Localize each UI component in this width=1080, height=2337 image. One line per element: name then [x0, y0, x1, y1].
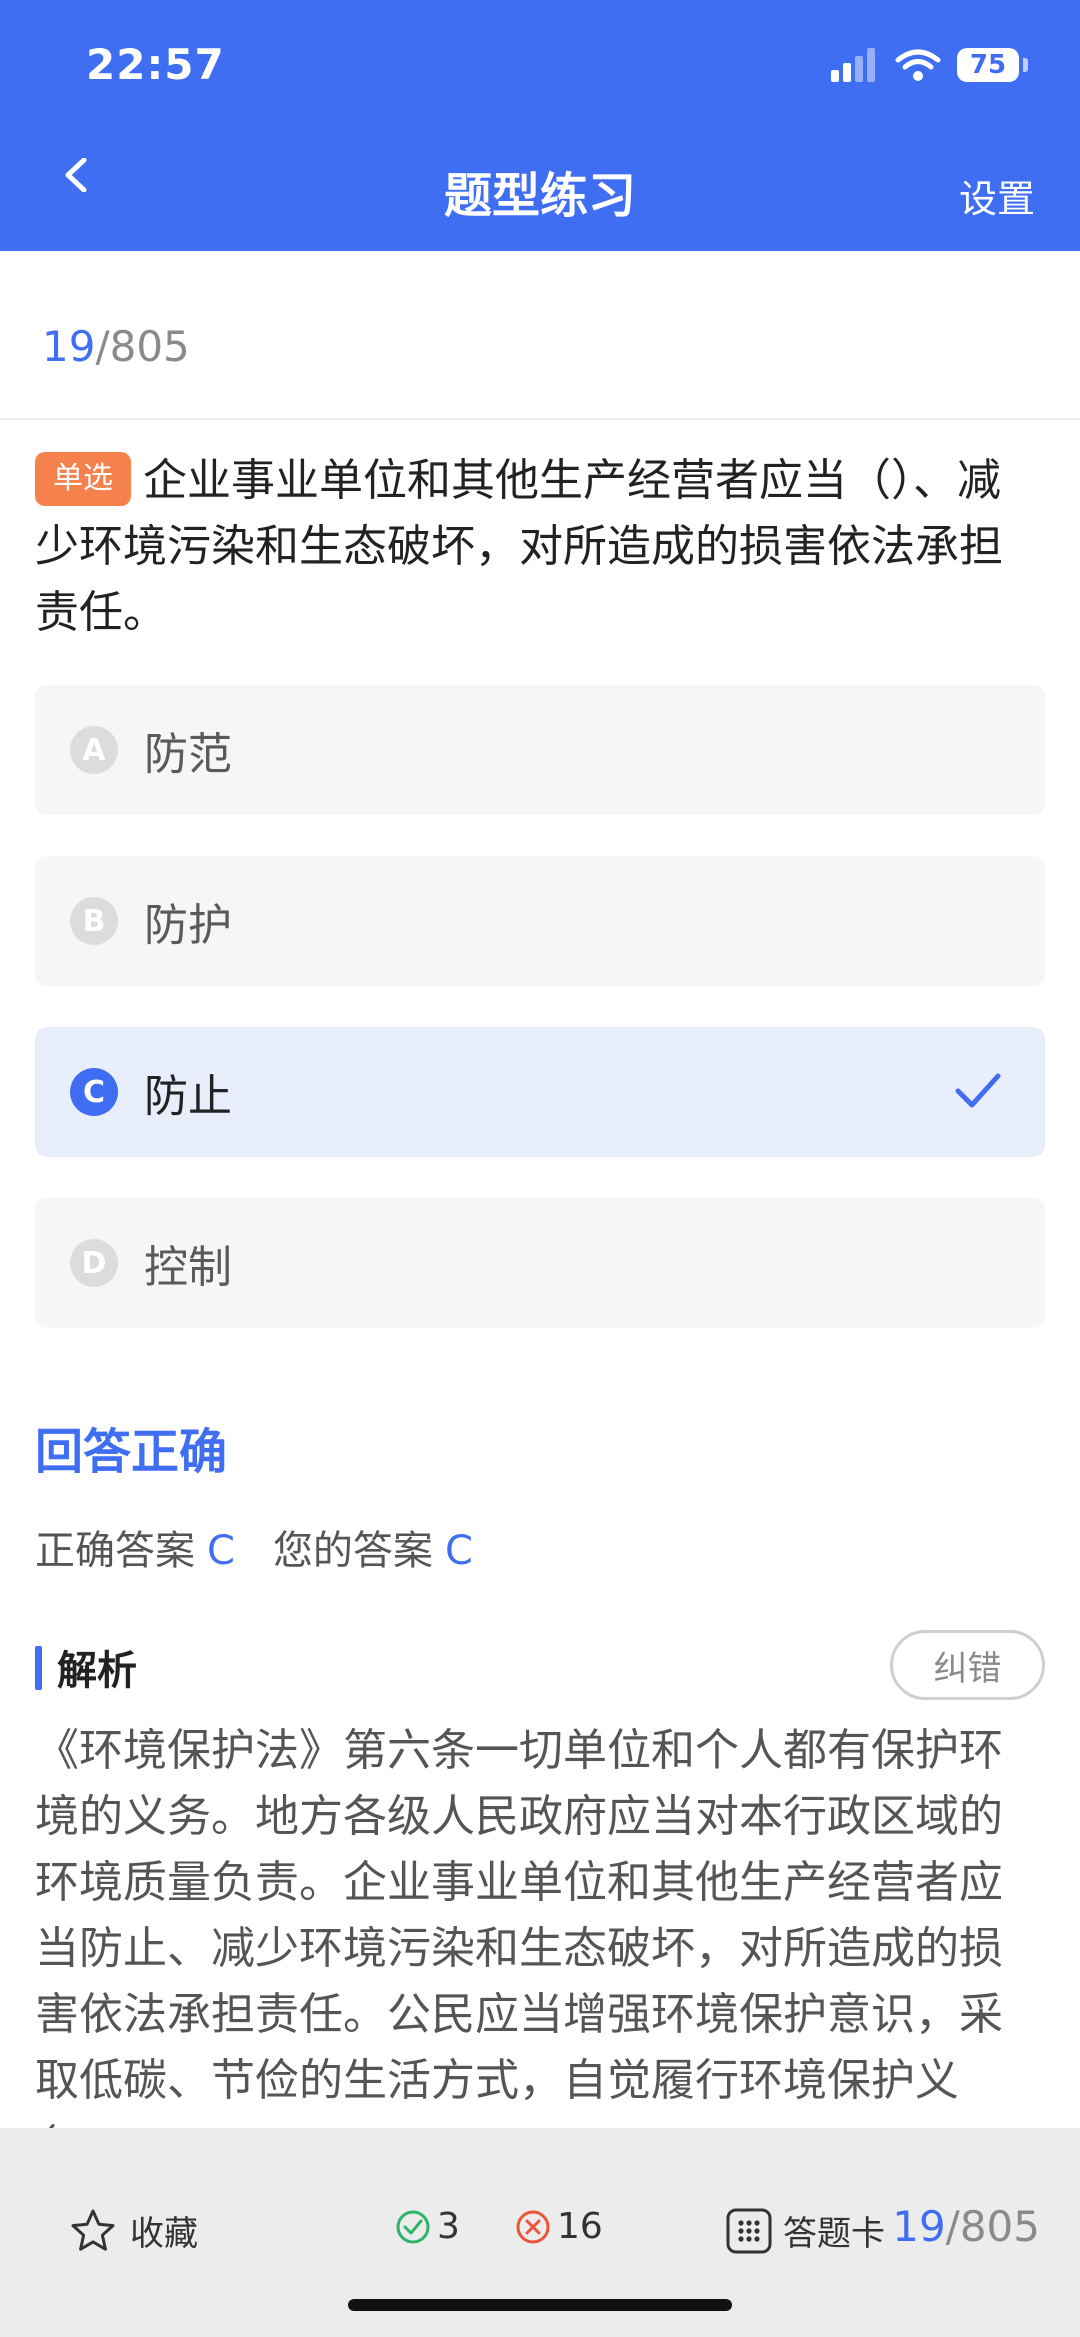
your-answer-value: C [444, 1528, 473, 1574]
option-letter-badge: B [70, 897, 118, 945]
progress-total: /805 [95, 322, 190, 371]
top-header: 22:57 75 题型练习 设置 [0, 0, 1080, 251]
question-type-badge: 单选 [35, 452, 131, 506]
option-text: 防范 [144, 729, 232, 780]
status-icons: 75 [831, 48, 1028, 82]
correct-count[interactable]: 3 [395, 2206, 460, 2247]
battery-tip [1023, 58, 1028, 72]
grid-icon [726, 2208, 772, 2253]
favorite-label: 收藏 [130, 2214, 198, 2254]
analysis-title: 解析 [57, 1648, 137, 1694]
your-answer-label: 您的答案 [272, 1528, 433, 1574]
progress-current: 19 [42, 322, 96, 371]
option-letter-badge: D [70, 1239, 118, 1287]
report-error-button[interactable]: 纠错 [890, 1630, 1045, 1700]
option-letter-badge: C [70, 1068, 118, 1116]
favorite-button[interactable]: 收藏 [70, 2206, 198, 2255]
option-text: 防护 [144, 900, 232, 951]
option-letter-badge: A [70, 726, 118, 774]
signal-icon [831, 48, 875, 82]
option-c[interactable]: C 防止 [35, 1027, 1045, 1157]
check-circle-icon [396, 2210, 430, 2243]
section-accent-bar [35, 1646, 42, 1690]
option-text: 控制 [144, 1242, 232, 1293]
option-b[interactable]: B 防护 [35, 856, 1045, 986]
answer-card-button[interactable]: 答题卡 [725, 2206, 885, 2255]
battery-icon: 75 [957, 48, 1019, 82]
question-text: 企业事业单位和其他生产经营者应当（）、减少环境污染和生态破坏，对所造成的损害依法… [35, 455, 1003, 638]
settings-button[interactable]: 设置 [959, 168, 1035, 223]
bottom-progress: 19/805 [892, 2202, 1040, 2251]
star-icon [71, 2209, 115, 2251]
bottom-progress-total: /805 [945, 2202, 1040, 2251]
x-circle-icon [516, 2210, 550, 2243]
analysis-text: 《环境保护法》第六条一切单位和个人都有保护环境的义务。地方各级人民政府应当对本行… [35, 1725, 1003, 2128]
question-progress: 19/805 [42, 322, 190, 371]
option-a[interactable]: A 防范 [35, 685, 1045, 815]
divider [0, 418, 1080, 420]
bottom-progress-current: 19 [892, 2202, 946, 2251]
wrong-count-value: 16 [557, 2206, 603, 2247]
wrong-count[interactable]: 16 [515, 2206, 603, 2247]
page-title: 题型练习 [443, 168, 636, 224]
home-indicator[interactable] [348, 2299, 732, 2311]
correct-count-value: 3 [437, 2206, 460, 2247]
answer-result-status: 回答正确 [35, 1424, 228, 1480]
checkmark-icon [955, 1073, 1001, 1108]
status-time: 22:57 [86, 40, 225, 89]
option-d[interactable]: D 控制 [35, 1198, 1045, 1328]
answer-card-label: 答题卡 [783, 2214, 885, 2254]
correct-answer-value: C [207, 1528, 235, 1574]
answer-summary: 正确答案 C 您的答案 C [35, 1518, 511, 1576]
question-text-block: 单选 企业事业单位和其他生产经营者应当（）、减少环境污染和生态破坏，对所造成的损害… [35, 448, 1035, 646]
wifi-icon [895, 49, 941, 81]
option-text: 防止 [144, 1071, 232, 1122]
correct-answer-label: 正确答案 [35, 1528, 195, 1574]
